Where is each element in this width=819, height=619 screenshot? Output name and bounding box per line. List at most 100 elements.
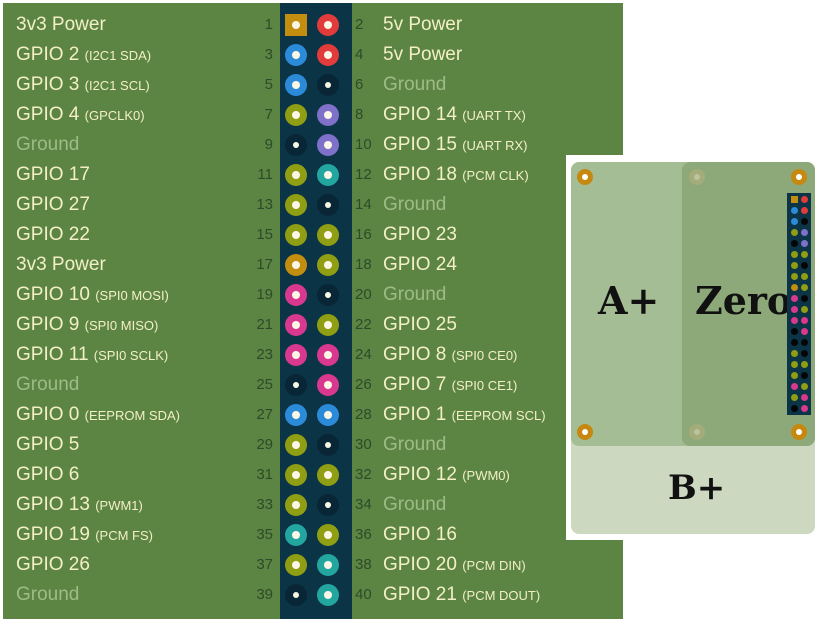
pin-6-ground-icon[interactable] [317, 74, 339, 96]
pin-row-5[interactable]: GPIO 3 (I2C1 SCL) 5 [3, 70, 277, 100]
pin-39-ground-icon[interactable] [285, 584, 307, 606]
pin-row-15[interactable]: GPIO 22 15 [3, 220, 277, 250]
pin-label: GPIO 3 (I2C1 SCL) [16, 70, 150, 101]
pin-row-7[interactable]: GPIO 4 (GPCLK0) 7 [3, 100, 277, 130]
pin-26-spi-icon[interactable] [317, 374, 339, 396]
pin-row-3[interactable]: GPIO 2 (I2C1 SDA) 3 [3, 40, 277, 70]
pin-34-ground-icon[interactable] [317, 494, 339, 516]
pin-name: 3v3 Power [16, 254, 106, 275]
pin-name: GPIO 11 [16, 344, 89, 365]
pin-label: 5v Power [383, 40, 462, 70]
pin-2-power5v-icon[interactable] [317, 14, 339, 36]
pin-5-i2c-icon[interactable] [285, 74, 307, 96]
pin-name: GPIO 8 [383, 344, 447, 365]
pin-row-19[interactable]: GPIO 10 (SPI0 MOSI) 19 [3, 280, 277, 310]
pin-row-6[interactable]: Ground 6 [353, 70, 623, 100]
pin-function: (PWM0) [462, 468, 510, 483]
pin-13-gpio-icon[interactable] [285, 194, 307, 216]
pin-row-17[interactable]: 3v3 Power 17 [3, 250, 277, 280]
pin-19-spi-icon[interactable] [285, 284, 307, 306]
pin-32-gpio-icon[interactable] [317, 464, 339, 486]
pin-row-13[interactable]: GPIO 27 13 [3, 190, 277, 220]
pin-21-spi-icon[interactable] [285, 314, 307, 336]
pin-7-gpio-icon[interactable] [285, 104, 307, 126]
mini-pin-gpio-icon [791, 361, 798, 368]
pin-16-gpio-icon[interactable] [317, 224, 339, 246]
pin-row-39[interactable]: Ground 39 [3, 580, 277, 610]
pin-number: 8 [355, 106, 364, 123]
pin-name: GPIO 5 [16, 434, 80, 455]
pin-name: GPIO 20 [383, 554, 457, 575]
pin-function: (I2C1 SDA) [84, 48, 152, 63]
pin-number: 6 [355, 76, 364, 93]
pin-row-21[interactable]: GPIO 9 (SPI0 MISO) 21 [3, 310, 277, 340]
pin-row-38[interactable]: GPIO 20 (PCM DIN) 38 [353, 550, 623, 580]
pin-9-ground-icon[interactable] [285, 134, 307, 156]
pin-15-gpio-icon[interactable] [285, 224, 307, 246]
pin-11-gpio-icon[interactable] [285, 164, 307, 186]
pin-37-gpio-icon[interactable] [285, 554, 307, 576]
pin-row-9[interactable]: Ground 9 [3, 130, 277, 160]
pin-row-40[interactable]: GPIO 21 (PCM DOUT) 40 [353, 580, 623, 610]
pin-40-pcm-icon[interactable] [317, 584, 339, 606]
pin-24-spi-icon[interactable] [317, 344, 339, 366]
pin-label: GPIO 16 [383, 520, 457, 550]
mini-pin-gpio-icon [791, 251, 798, 258]
pin-14-ground-icon[interactable] [317, 194, 339, 216]
mini-pin-i2c-icon [791, 207, 798, 214]
pin-35-pcm-icon[interactable] [285, 524, 307, 546]
pin-row-23[interactable]: GPIO 11 (SPI0 SCLK) 23 [3, 340, 277, 370]
pin-label: GPIO 23 [383, 220, 457, 250]
pin-label: GPIO 12 (PWM0) [383, 460, 510, 491]
pin-name: GPIO 0 [16, 404, 80, 425]
pin-12-pcm-icon[interactable] [317, 164, 339, 186]
pin-row-8[interactable]: GPIO 14 (UART TX) 8 [353, 100, 623, 130]
pin-function: (PCM DOUT) [462, 588, 541, 603]
pin-row-37[interactable]: GPIO 26 37 [3, 550, 277, 580]
pin-1-power3v3-icon[interactable] [285, 14, 307, 36]
pin-4-power5v-icon[interactable] [317, 44, 339, 66]
mounting-hole-icon [791, 424, 807, 440]
pin-29-gpio-icon[interactable] [285, 434, 307, 456]
pin-22-gpio-icon[interactable] [317, 314, 339, 336]
pin-row-27[interactable]: GPIO 0 (EEPROM SDA) 27 [3, 400, 277, 430]
pin-row-35[interactable]: GPIO 19 (PCM FS) 35 [3, 520, 277, 550]
pin-label: GPIO 24 [383, 250, 457, 280]
mounting-hole-icon [689, 169, 705, 185]
pin-31-gpio-icon[interactable] [285, 464, 307, 486]
pin-3-i2c-icon[interactable] [285, 44, 307, 66]
pin-20-ground-icon[interactable] [317, 284, 339, 306]
pin-30-ground-icon[interactable] [317, 434, 339, 456]
pin-38-pcm-icon[interactable] [317, 554, 339, 576]
pin-name: GPIO 24 [383, 254, 457, 275]
pin-33-gpio-icon[interactable] [285, 494, 307, 516]
pin-8-uart-icon[interactable] [317, 104, 339, 126]
pin-36-gpio-icon[interactable] [317, 524, 339, 546]
mini-pin-ground-icon [791, 339, 798, 346]
pin-number: 10 [355, 136, 372, 153]
pin-row-11[interactable]: GPIO 17 11 [3, 160, 277, 190]
pin-function: (SPI0 MISO) [84, 318, 159, 333]
pin-label: GPIO 26 [16, 550, 90, 580]
pin-18-gpio-icon[interactable] [317, 254, 339, 276]
pin-27-i2c-icon[interactable] [285, 404, 307, 426]
pin-17-power3v3-icon[interactable] [285, 254, 307, 276]
pin-row-29[interactable]: GPIO 5 29 [3, 430, 277, 460]
pin-28-i2c-icon[interactable] [317, 404, 339, 426]
pin-row-1[interactable]: 3v3 Power 1 [3, 10, 277, 40]
pin-row-31[interactable]: GPIO 6 31 [3, 460, 277, 490]
mounting-hole-icon [791, 169, 807, 185]
pin-row-25[interactable]: Ground 25 [3, 370, 277, 400]
pin-25-ground-icon[interactable] [285, 374, 307, 396]
pin-row-33[interactable]: GPIO 13 (PWM1) 33 [3, 490, 277, 520]
pin-number: 34 [355, 496, 372, 513]
pin-label: GPIO 4 (GPCLK0) [16, 100, 145, 131]
pin-23-spi-icon[interactable] [285, 344, 307, 366]
pin-row-4[interactable]: 5v Power 4 [353, 40, 623, 70]
pin-10-uart-icon[interactable] [317, 134, 339, 156]
pin-row-2[interactable]: 5v Power 2 [353, 10, 623, 40]
pin-label: GPIO 18 (PCM CLK) [383, 160, 529, 191]
pin-number: 36 [355, 526, 372, 543]
pin-number: 28 [355, 406, 372, 423]
mini-pin-spi-icon [791, 295, 798, 302]
